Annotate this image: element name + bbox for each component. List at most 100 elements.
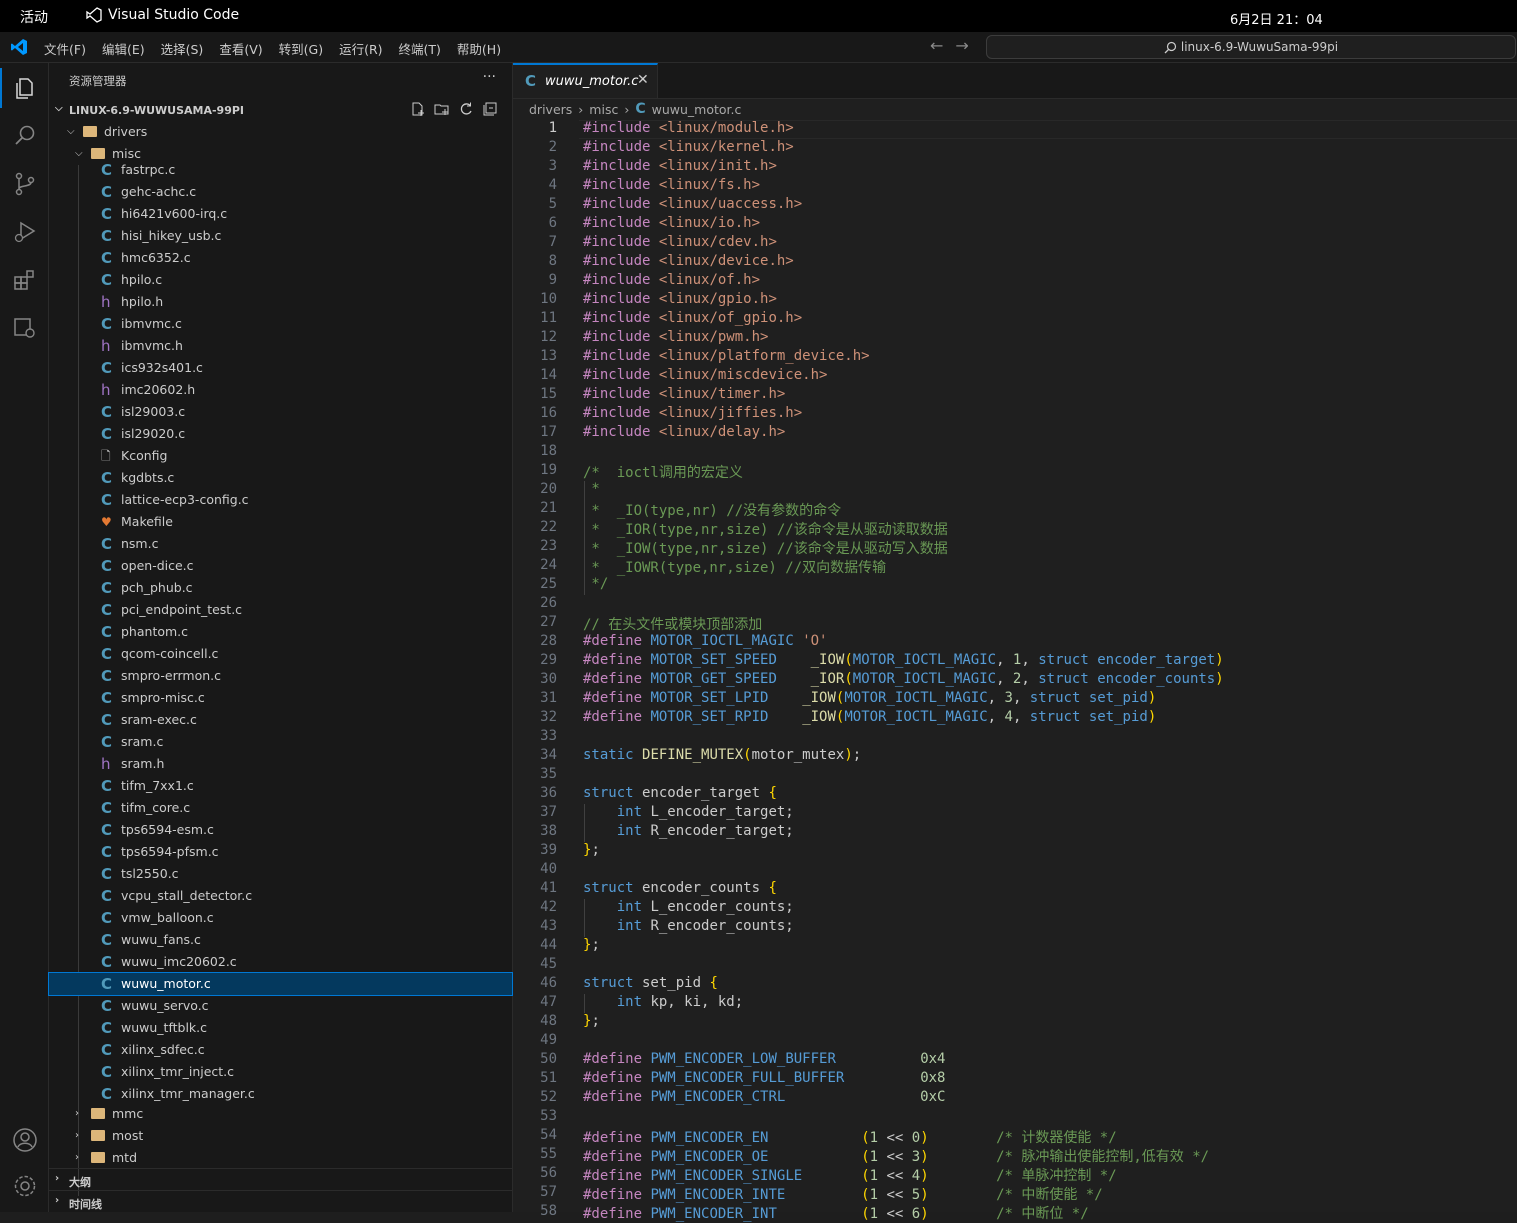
file-item[interactable]: Cgehc-achc.c <box>49 181 512 203</box>
code-line[interactable]: int R_encoder_target; <box>583 823 794 839</box>
refresh-icon[interactable] <box>458 101 474 117</box>
file-item[interactable]: Cpch_phub.c <box>49 577 512 599</box>
menu-item[interactable]: 转到(G) <box>279 39 323 58</box>
file-item[interactable]: Csmpro-errmon.c <box>49 665 512 687</box>
code-line[interactable]: // 在头文件或模块顶部添加 <box>583 614 762 634</box>
collapse-all-icon[interactable] <box>482 101 498 117</box>
file-item[interactable]: Cxilinx_tmr_manager.c <box>49 1083 512 1105</box>
code-line[interactable]: #include <linux/miscdevice.h> <box>583 367 827 383</box>
run-debug-icon[interactable] <box>12 219 38 245</box>
code-line[interactable]: #include <linux/gpio.h> <box>583 291 777 307</box>
code-line[interactable]: #define MOTOR_IOCTL_MAGIC 'O' <box>583 633 827 649</box>
folder-most[interactable]: › most <box>49 1125 512 1147</box>
more-actions-icon[interactable]: ··· <box>483 69 496 85</box>
project-header[interactable]: ⌵ LINUX-6.9-WUWUSAMA-99PI <box>49 99 512 121</box>
code-line[interactable]: #include <linux/fs.h> <box>583 177 760 193</box>
code-line[interactable]: }; <box>583 1013 600 1029</box>
code-line[interactable]: struct set_pid { <box>583 975 718 991</box>
code-line[interactable]: #define PWM_ENCODER_INT (1 << 6) /* 中断位 … <box>583 1203 1089 1223</box>
file-item[interactable]: Cwuwu_motor.c <box>48 972 513 996</box>
file-item[interactable]: Clattice-ecp3-config.c <box>49 489 512 511</box>
file-item[interactable]: Csmpro-misc.c <box>49 687 512 709</box>
file-item[interactable]: Cnsm.c <box>49 533 512 555</box>
timeline-section[interactable]: › 时间线 <box>49 1190 512 1213</box>
code-line[interactable]: int R_encoder_counts; <box>583 918 794 934</box>
breadcrumb-item[interactable]: misc <box>589 102 618 117</box>
settings-gear-icon[interactable] <box>12 1173 38 1199</box>
file-item[interactable]: Ctifm_7xx1.c <box>49 775 512 797</box>
code-line[interactable]: * _IOR(type,nr,size) //该命令是从驱动读取数据 <box>583 519 947 539</box>
code-line[interactable]: #define PWM_ENCODER_OE (1 << 3) /* 脉冲输出使… <box>583 1146 1209 1166</box>
code-line[interactable]: #define PWM_ENCODER_EN (1 << 0) /* 计数器使能… <box>583 1127 1117 1147</box>
file-item[interactable]: Cisl29003.c <box>49 401 512 423</box>
file-item[interactable]: h sram.h <box>49 753 512 775</box>
file-item[interactable]: Cpci_endpoint_test.c <box>49 599 512 621</box>
code-line[interactable]: #define PWM_ENCODER_FULL_BUFFER 0x8 <box>583 1070 945 1086</box>
code-line[interactable]: #include <linux/io.h> <box>583 215 760 231</box>
file-item[interactable]: Csram-exec.c <box>49 709 512 731</box>
code-line[interactable]: int L_encoder_counts; <box>583 899 794 915</box>
code-line[interactable]: #include <linux/delay.h> <box>583 424 785 440</box>
menu-item[interactable]: 文件(F) <box>44 39 86 58</box>
close-icon[interactable]: ✕ <box>637 72 649 88</box>
file-item[interactable]: h ibmvmc.h <box>49 335 512 357</box>
file-item[interactable]: Csram.c <box>49 731 512 753</box>
code-line[interactable]: #include <linux/init.h> <box>583 158 777 174</box>
code-line[interactable]: #define MOTOR_SET_SPEED _IOW(MOTOR_IOCTL… <box>583 652 1224 668</box>
menu-item[interactable]: 编辑(E) <box>102 39 145 58</box>
tab-wuwu-motor[interactable]: C wuwu_motor.c ✕ <box>513 63 658 98</box>
code-line[interactable]: #define PWM_ENCODER_SINGLE (1 << 4) /* 单… <box>583 1165 1117 1185</box>
new-folder-icon[interactable] <box>434 101 450 117</box>
file-item[interactable]: Ctps6594-esm.c <box>49 819 512 841</box>
code-line[interactable]: * _IO(type,nr) //没有参数的命令 <box>583 500 841 520</box>
file-item[interactable]: h imc20602.h <box>49 379 512 401</box>
code-line[interactable]: #include <linux/cdev.h> <box>583 234 777 250</box>
code-line[interactable]: #define PWM_ENCODER_INTE (1 << 5) /* 中断使… <box>583 1184 1103 1204</box>
file-item[interactable]: Cxilinx_sdfec.c <box>49 1039 512 1061</box>
file-item[interactable]: Cwuwu_fans.c <box>49 929 512 951</box>
code-line[interactable]: #include <linux/device.h> <box>583 253 794 269</box>
file-item[interactable]: Cfastrpc.c <box>49 159 512 181</box>
menu-item[interactable]: 运行(R) <box>339 39 382 58</box>
code-line[interactable]: #include <linux/kernel.h> <box>583 139 794 155</box>
search-icon[interactable] <box>12 123 38 149</box>
code-line[interactable]: * _IOWR(type,nr,size) //双向数据传输 <box>583 557 886 577</box>
breadcrumb-item[interactable]: wuwu_motor.c <box>652 102 742 117</box>
code-line[interactable]: int L_encoder_target; <box>583 804 794 820</box>
remote-explorer-icon[interactable] <box>12 315 38 341</box>
file-item[interactable]: Ctps6594-pfsm.c <box>49 841 512 863</box>
back-arrow-icon[interactable]: ← <box>930 36 943 55</box>
code-line[interactable]: }; <box>583 937 600 953</box>
file-item[interactable]: Cibmvmc.c <box>49 313 512 335</box>
file-item[interactable]: Chpilo.c <box>49 269 512 291</box>
menu-item[interactable]: 查看(V) <box>219 39 262 58</box>
code-line[interactable]: #define MOTOR_GET_SPEED _IOR(MOTOR_IOCTL… <box>583 671 1224 687</box>
file-item[interactable]: Cqcom-coincell.c <box>49 643 512 665</box>
file-item[interactable]: Cvcpu_stall_detector.c <box>49 885 512 907</box>
file-item[interactable]: Ctifm_core.c <box>49 797 512 819</box>
file-item[interactable]: Cisl29020.c <box>49 423 512 445</box>
file-item[interactable]: Cics932s401.c <box>49 357 512 379</box>
code-line[interactable]: #define MOTOR_SET_LPID _IOW(MOTOR_IOCTL_… <box>583 690 1156 706</box>
code-line[interactable]: */ <box>583 576 608 592</box>
code-line[interactable]: * _IOW(type,nr,size) //该命令是从驱动写入数据 <box>583 538 947 558</box>
file-item[interactable]: Ckgdbts.c <box>49 467 512 489</box>
file-item[interactable]: Cvmw_balloon.c <box>49 907 512 929</box>
file-item[interactable]: ♥ Makefile <box>49 511 512 533</box>
outline-section[interactable]: › 大纲 <box>49 1168 512 1191</box>
code-line[interactable]: #include <linux/platform_device.h> <box>583 348 870 364</box>
code-line[interactable]: /* ioctl调用的宏定义 <box>583 462 743 482</box>
explorer-icon[interactable] <box>12 75 38 101</box>
folder-mmc[interactable]: › mmc <box>49 1103 512 1125</box>
menu-item[interactable]: 终端(T) <box>399 39 441 58</box>
command-center-search[interactable]: linux-6.9-WuwuSama-99pi <box>986 35 1516 59</box>
extensions-icon[interactable] <box>12 267 38 293</box>
file-item[interactable]: Cwuwu_tftblk.c <box>49 1017 512 1039</box>
code-line[interactable]: int kp, ki, kd; <box>583 994 743 1010</box>
file-item[interactable]: Chisi_hikey_usb.c <box>49 225 512 247</box>
menu-item[interactable]: 帮助(H) <box>457 39 501 58</box>
code-line[interactable]: #include <linux/of.h> <box>583 272 760 288</box>
code-line[interactable]: #define PWM_ENCODER_CTRL 0xC <box>583 1089 945 1105</box>
file-item[interactable]: Copen-dice.c <box>49 555 512 577</box>
app-menu[interactable]: Visual Studio Code <box>86 7 239 23</box>
